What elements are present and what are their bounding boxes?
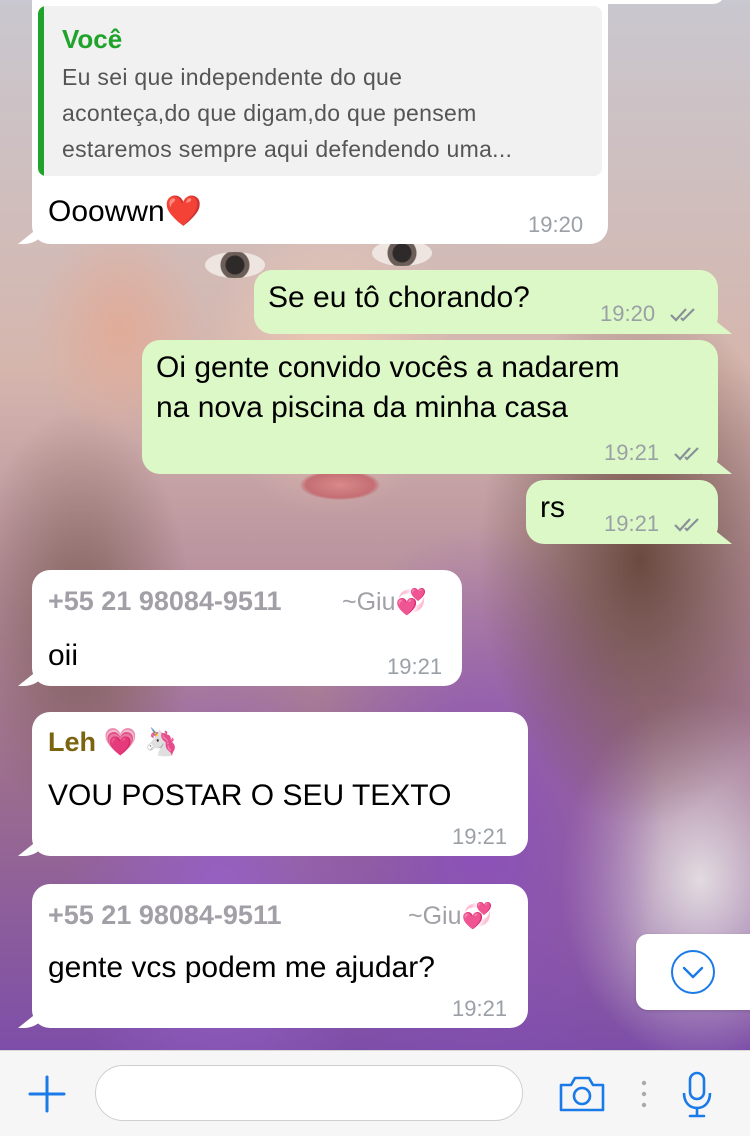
sender-alias: ~Giu💞 [342, 588, 427, 616]
vertical-dots-icon [640, 1079, 648, 1114]
wallpaper-eye-left [205, 252, 265, 278]
message-bubble-incoming[interactable]: Você Eu sei que independente do que acon… [32, 0, 608, 244]
message-time: 19:21 [604, 511, 660, 536]
camera-icon[interactable] [557, 1075, 607, 1118]
quote-text-line: Eu sei que independente do que [62, 64, 403, 90]
chevron-down-circle-icon [670, 949, 716, 1000]
message-text: Ooowwn❤️ [48, 195, 203, 228]
double-check-icon [673, 441, 703, 467]
plus-icon[interactable] [28, 1075, 66, 1118]
message-time: 19:20 [528, 212, 584, 237]
sender-phone[interactable]: +55 21 98084-9511 [48, 900, 281, 931]
message-time: 19:21 [604, 440, 660, 465]
quoted-reply[interactable]: Você Eu sei que independente do que acon… [38, 6, 602, 176]
message-input-bar [0, 1050, 750, 1136]
message-time-row: 19:20 [600, 301, 699, 328]
quote-author: Você [62, 24, 123, 54]
message-time: 19:20 [600, 301, 656, 326]
message-time: 19:21 [452, 996, 508, 1021]
message-bubble-incoming[interactable]: +55 21 98084-9511 ~Giu💞 gente vcs podem … [32, 884, 528, 1028]
quote-text-line: estaremos sempre aqui defendendo uma... [62, 136, 513, 162]
message-bubble-incoming[interactable]: Leh 💗 🦄 VOU POSTAR O SEU TEXTO 19:21 [32, 712, 528, 856]
message-text: gente vcs podem me ajudar? [48, 951, 435, 984]
message-bubble-outgoing[interactable]: rs 19:21 [526, 480, 718, 544]
sender-alias: ~Giu💞 [408, 902, 493, 930]
message-text-line: Oi gente convido vocês a nadarem [156, 351, 620, 384]
sender-phone[interactable]: +55 21 98084-9511 [48, 586, 281, 617]
quote-text-line: aconteça,do que digam,do que pensem [62, 100, 477, 126]
message-time: 19:21 [452, 824, 508, 849]
message-time: 19:21 [387, 654, 443, 679]
double-check-icon [669, 302, 699, 328]
scroll-to-bottom-button[interactable] [636, 934, 750, 1010]
double-check-icon [673, 512, 703, 538]
message-bubble-incoming[interactable]: +55 21 98084-9511 ~Giu💞 oii 19:21 [32, 570, 462, 686]
message-input[interactable] [95, 1065, 523, 1121]
wallpaper-lips [300, 470, 380, 500]
message-text: rs [540, 491, 565, 524]
message-bubble-outgoing[interactable]: Se eu tô chorando? 19:20 [254, 270, 718, 334]
message-bubble-outgoing[interactable]: Oi gente convido vocês a nadarem na nova… [142, 340, 718, 474]
message-time-row: 19:21 [604, 511, 703, 538]
message-text: VOU POSTAR O SEU TEXTO [48, 779, 452, 812]
message-time-row: 19:21 [604, 440, 703, 467]
message-text: Se eu tô chorando? [268, 281, 530, 314]
message-text: oii [48, 639, 79, 672]
sender-name[interactable]: Leh 💗 🦄 [48, 726, 178, 758]
quote-accent-bar [38, 6, 44, 176]
message-text-line: na nova piscina da minha casa [156, 391, 568, 424]
microphone-icon[interactable] [680, 1071, 714, 1124]
